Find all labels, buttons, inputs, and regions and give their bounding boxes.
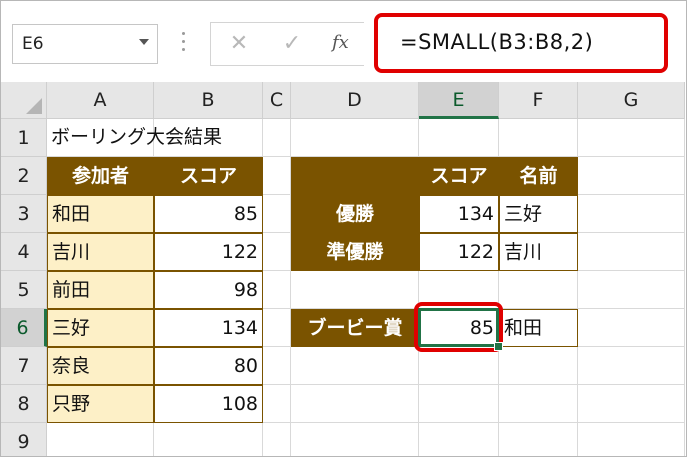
formula-input[interactable]: =SMALL(B3:B8,2) [374,13,668,73]
booby-label-cell[interactable]: ブービー賞 [291,309,419,347]
select-all-corner[interactable] [1,82,47,119]
row-header-4[interactable]: 4 [1,233,47,271]
row-header-3[interactable]: 3 [1,195,47,233]
row-header-6[interactable]: 6 [1,309,47,347]
participant-name-cell[interactable]: 三好 [47,309,154,347]
results-header-name[interactable]: 名前 [499,157,578,195]
column-header-d[interactable]: D [291,82,419,119]
enter-check-icon[interactable]: ✓ [277,26,307,62]
results-header-score[interactable]: スコア [419,157,499,195]
booby-name-cell[interactable]: 和田 [499,309,578,347]
participant-name-cell[interactable]: 和田 [47,195,154,233]
highlight-frame [414,302,503,352]
cancel-icon[interactable]: ✕ [224,26,254,62]
award-score-cell[interactable]: 122 [419,233,499,271]
column-header-a[interactable]: A [47,82,154,119]
gridline-vertical [684,119,685,456]
participant-name-cell[interactable]: 只野 [47,385,154,423]
row-header-9[interactable]: 9 [1,423,47,456]
header-score[interactable]: スコア [154,157,263,195]
score-cell[interactable]: 108 [154,385,263,423]
column-header-c[interactable]: C [263,82,291,119]
score-cell[interactable]: 134 [154,309,263,347]
award-label-cell[interactable]: 準優勝 [291,233,419,271]
name-box-value: E6 [22,34,44,54]
row-header-1[interactable]: 1 [1,119,47,157]
award-score-cell[interactable]: 134 [419,195,499,233]
column-header-f[interactable]: F [499,82,578,119]
participant-name-cell[interactable]: 奈良 [47,347,154,385]
row-header-5[interactable]: 5 [1,271,47,309]
chevron-down-icon[interactable] [139,39,149,45]
excel-window: E6 ✕ ✓ fx =SMALL(B3:B8,2) ABCDEFG 1234567… [0,0,687,457]
column-header-e[interactable]: E [419,82,499,119]
insert-function-icon[interactable]: fx [332,32,349,53]
row-header-7[interactable]: 7 [1,347,47,385]
participant-name-cell[interactable]: 前田 [47,271,154,309]
score-cell[interactable]: 80 [154,347,263,385]
header-participant[interactable]: 参加者 [47,157,154,195]
award-name-cell[interactable]: 三好 [499,195,578,233]
score-cell[interactable]: 98 [154,271,263,309]
column-header-b[interactable]: B [154,82,263,119]
grip-dots-icon[interactable] [182,32,186,54]
results-header-blank[interactable] [291,157,419,195]
name-box[interactable]: E6 [12,24,158,64]
sheet-title-cell[interactable]: ボーリング大会結果 [47,119,263,157]
award-label-cell[interactable]: 優勝 [291,195,419,233]
column-header-g[interactable]: G [578,82,685,119]
formula-text: =SMALL(B3:B8,2) [400,30,594,54]
row-header-8[interactable]: 8 [1,385,47,423]
fill-handle[interactable] [494,342,503,351]
formula-bar-area: E6 ✕ ✓ fx =SMALL(B3:B8,2) [2,2,686,82]
row-header-2[interactable]: 2 [1,157,47,195]
score-cell[interactable]: 85 [154,195,263,233]
participant-name-cell[interactable]: 吉川 [47,233,154,271]
award-name-cell[interactable]: 吉川 [499,233,578,271]
score-cell[interactable]: 122 [154,233,263,271]
